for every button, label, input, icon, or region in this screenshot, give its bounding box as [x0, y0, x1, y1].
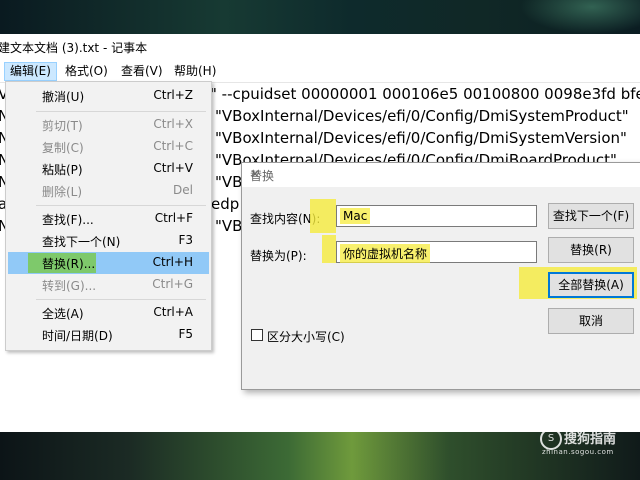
menu-item-goto[interactable]: 转到(G)... Ctrl+G [8, 274, 209, 296]
replace-all-button[interactable]: 全部替换(A) [548, 272, 634, 298]
title-bar: 建文本文档 (3).txt - 记事本 [0, 34, 640, 60]
menu-item-delete[interactable]: 删除(L) Del [8, 180, 209, 202]
replace-label: 替换为(P): [250, 249, 307, 263]
menu-format[interactable]: 格式(O) [60, 63, 113, 80]
editor-line: "VB [215, 217, 243, 235]
editor-line: "VB [215, 173, 243, 191]
editor-line: "VBoxInternal/Devices/efi/0/Config/DmiSy… [215, 107, 629, 125]
find-next-button[interactable]: 查找下一个(F) [548, 203, 634, 229]
menu-separator [36, 111, 206, 112]
menu-item-paste[interactable]: 粘贴(P) Ctrl+V [8, 158, 209, 180]
menu-separator [36, 205, 206, 206]
match-case-checkbox[interactable] [251, 329, 263, 341]
menu-item-copy[interactable]: 复制(C) Ctrl+C [8, 136, 209, 158]
editor-line: "VBoxInternal/Devices/efi/0/Config/DmiSy… [215, 129, 627, 147]
menu-item-time-date[interactable]: 时间/日期(D) F5 [8, 324, 209, 346]
watermark-url: zhinan.sogou.com [542, 448, 614, 456]
aurora-glow [520, 0, 640, 34]
menu-item-select-all[interactable]: 全选(A) Ctrl+A [8, 302, 209, 324]
watermark-text: 搜狗指南 [564, 432, 617, 447]
menu-item-find-next[interactable]: 查找下一个(N) F3 [8, 230, 209, 252]
menu-item-replace[interactable]: 替换(R)... Ctrl+H [8, 252, 209, 274]
sogou-logo-icon: S [540, 428, 562, 450]
edit-dropdown-menu: 撤消(U) Ctrl+Z 剪切(T) Ctrl+X 复制(C) Ctrl+C 粘… [5, 81, 212, 351]
editor-line: edp [211, 195, 240, 213]
cancel-button[interactable]: 取消 [548, 308, 634, 334]
replace-input[interactable]: 你的虚拟机名称 [336, 241, 537, 263]
menu-help[interactable]: 帮助(H) [169, 63, 221, 80]
close-icon[interactable]: ✕ [250, 167, 635, 181]
dialog-title-bar: 替换 ✕ [242, 163, 640, 187]
highlight-marker [310, 199, 336, 233]
find-input[interactable]: Mac [336, 205, 537, 227]
menu-view[interactable]: 查看(V) [116, 63, 168, 80]
menu-item-undo[interactable]: 撤消(U) Ctrl+Z [8, 85, 209, 107]
highlight-marker [322, 235, 336, 263]
replace-button[interactable]: 替换(R) [548, 237, 634, 263]
replace-dialog: 替换 ✕ 查找内容(N): Mac 替换为(P): 你的虚拟机名称 区分大小写(… [241, 162, 640, 390]
menu-item-find[interactable]: 查找(F)... Ctrl+F [8, 208, 209, 230]
sogou-watermark: S 搜狗指南 zhinan.sogou.com [540, 426, 636, 458]
menu-bar: 编辑(E) 格式(O) 查看(V) 帮助(H) [0, 60, 640, 83]
editor-line: " --cpuidset 00000001 000106e5 00100800 … [210, 85, 640, 103]
menu-separator [36, 299, 206, 300]
window-title: 建文本文档 (3).txt - 记事本 [0, 41, 148, 55]
menu-edit[interactable]: 编辑(E) [4, 62, 57, 81]
match-case-label: 区分大小写(C) [267, 330, 345, 344]
menu-item-cut[interactable]: 剪切(T) Ctrl+X [8, 114, 209, 136]
